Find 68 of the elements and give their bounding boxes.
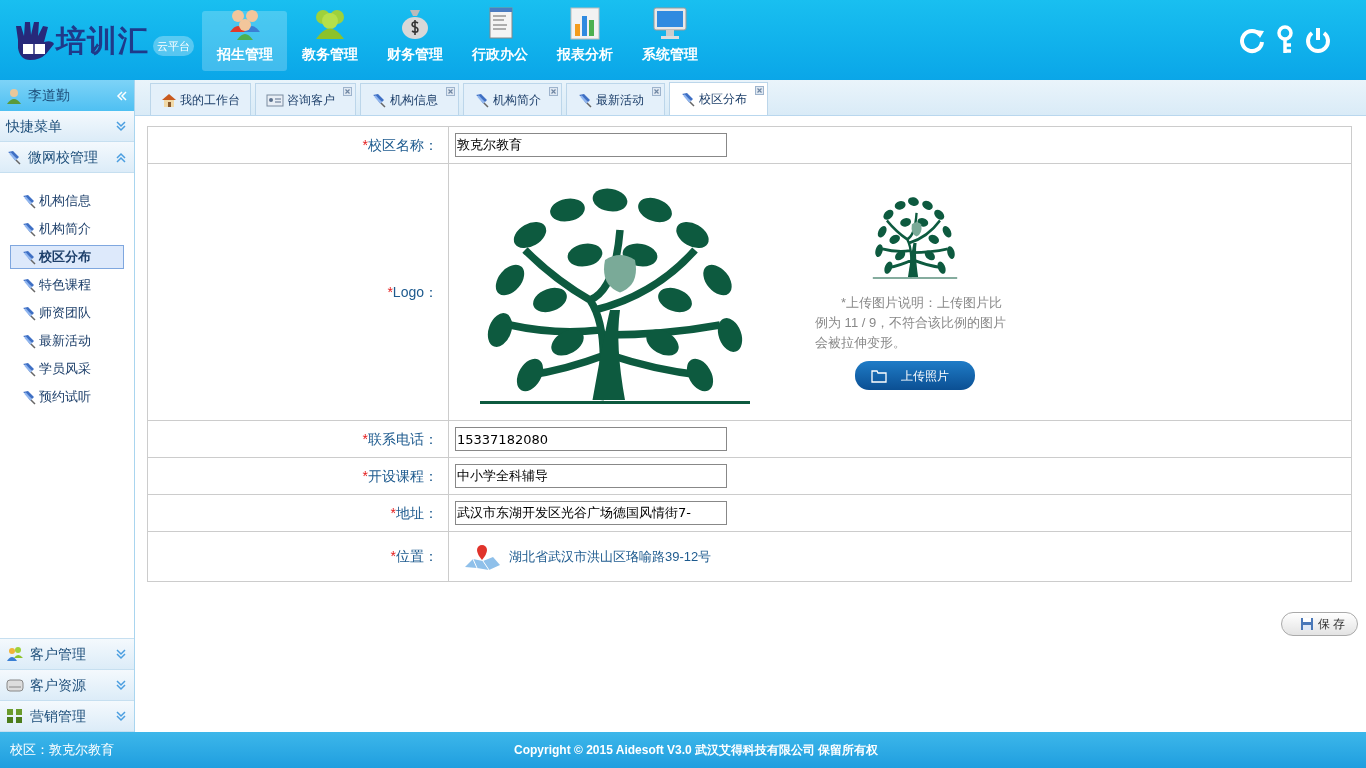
drive-icon: [6, 677, 24, 693]
sidebar-menu-item[interactable]: 最新活动: [10, 329, 124, 353]
field-label: *位置：: [390, 548, 438, 564]
sidebar-section-header[interactable]: 快捷菜单: [0, 111, 134, 142]
pushpin-icon: [21, 305, 37, 321]
sidebar-menu-item[interactable]: 机构简介: [10, 217, 124, 241]
sidebar-menu-item[interactable]: 师资团队: [10, 301, 124, 325]
sidebar-menu-item[interactable]: 学员风采: [10, 357, 124, 381]
map-pin-icon: [463, 542, 501, 571]
pushpin-icon: [21, 333, 37, 349]
field-label: *地址：: [390, 504, 438, 521]
sidebar-section-header[interactable]: 客户资源: [0, 670, 134, 701]
field-label: *校区名称：: [362, 136, 438, 153]
sidebar-section-header[interactable]: 营销管理: [0, 701, 134, 732]
close-icon[interactable]: [343, 87, 352, 96]
field-label: *开设课程：: [362, 467, 438, 484]
close-icon[interactable]: [755, 86, 764, 95]
text-input-field[interactable]: 武汉市东湖开发区光谷广场德国风情街7-: [455, 501, 727, 525]
field-label: *联系电话：: [362, 430, 438, 447]
collapse-sidebar-icon[interactable]: [114, 88, 128, 103]
pushpin-icon: [21, 249, 37, 265]
refresh-icon: [1238, 26, 1266, 54]
monitor-icon: [651, 6, 688, 40]
people-icon: [6, 646, 24, 662]
text-input-field[interactable]: 敦克尔教育: [455, 133, 727, 157]
sidebar-section-header[interactable]: 客户管理: [0, 639, 134, 670]
close-icon[interactable]: [549, 87, 558, 96]
sidebar-menu-item[interactable]: 特色课程: [10, 273, 124, 297]
tab[interactable]: 咨询客户: [255, 83, 356, 115]
pushpin-icon: [577, 91, 593, 108]
pushpin-icon: [6, 149, 22, 165]
pushpin-icon: [474, 91, 490, 108]
tab[interactable]: 机构信息: [360, 83, 459, 115]
upload-hint-text: *上传图片说明：上传图片比例为 11 / 9，不符合该比例的图片会被拉伸变形。: [815, 294, 1008, 352]
pushpin-icon: [21, 221, 37, 237]
upload-photo-button[interactable]: 上传照片: [855, 361, 975, 390]
key-icon: [1276, 25, 1294, 55]
sidebar-section-header[interactable]: 微网校管理: [0, 142, 134, 173]
copyright-text: Copyright © 2015 Aidesoft V3.0 武汉艾得科技有限公司 保留所有权: [514, 742, 879, 759]
folder-icon: [871, 368, 887, 383]
campus-label: 校区：敦克尔教育: [10, 741, 114, 760]
pushpin-icon: [680, 91, 696, 107]
pushpin-icon: [21, 277, 37, 293]
logo-text: 培训汇: [56, 22, 149, 59]
pushpin-icon: [21, 193, 37, 209]
sidebar-menu-item[interactable]: 预约试听: [10, 385, 124, 409]
close-icon[interactable]: [652, 87, 661, 96]
tab[interactable]: 机构简介: [463, 83, 562, 115]
sidebar-menu-item[interactable]: 校区分布: [10, 245, 124, 269]
save-button[interactable]: 保 存: [1280, 612, 1358, 636]
power-icon: [1304, 26, 1332, 54]
tab[interactable]: 最新活动: [566, 83, 665, 115]
text-input-field[interactable]: 中小学全科辅导: [455, 464, 727, 488]
close-icon[interactable]: [446, 87, 455, 96]
location-link[interactable]: 湖北省武汉市洪山区珞喻路39-12号: [509, 546, 712, 567]
user-avatar-icon: [6, 87, 22, 104]
tab[interactable]: 校区分布: [669, 82, 768, 115]
field-label: *Logo：: [387, 283, 438, 300]
tab[interactable]: 我的工作台: [150, 83, 251, 115]
sidebar-menu-item[interactable]: 机构信息: [10, 189, 124, 213]
house-icon: [161, 91, 177, 108]
user-name: 李道勤: [28, 86, 70, 105]
pushpin-icon: [371, 91, 387, 108]
pushpin-icon: [21, 361, 37, 377]
text-input-field[interactable]: 15337182080: [455, 427, 727, 451]
id-card-icon: [266, 92, 284, 107]
cloud-platform-badge: 云平台: [153, 35, 194, 56]
pushpin-icon: [21, 389, 37, 405]
